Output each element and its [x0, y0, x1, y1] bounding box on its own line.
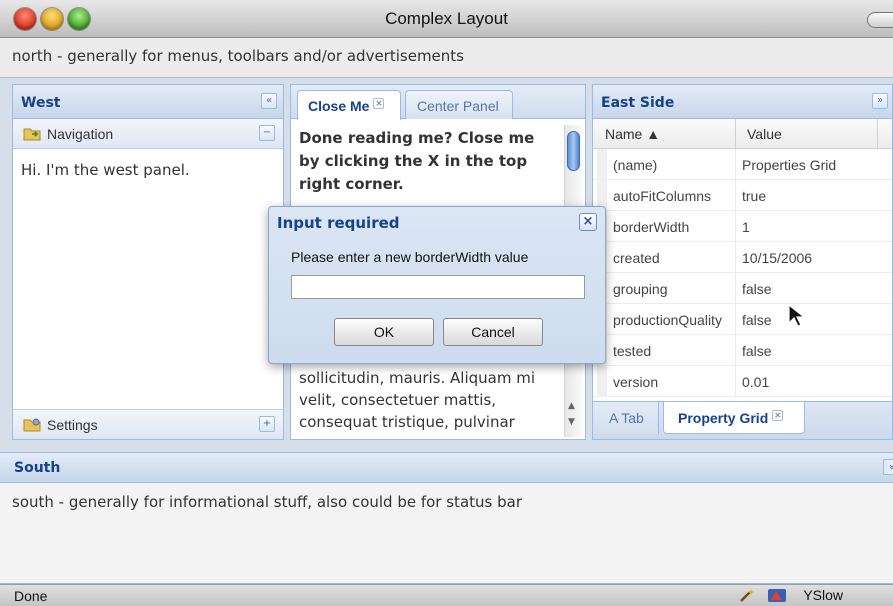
cell-divider: [735, 149, 736, 180]
window-titlebar: Complex Layout: [0, 0, 893, 38]
south-text: south - generally for informational stuf…: [12, 493, 522, 511]
property-value[interactable]: 10/15/2006: [742, 250, 812, 266]
mouse-cursor-icon: [788, 304, 806, 327]
window-title: Complex Layout: [385, 9, 508, 28]
property-name: tested: [613, 343, 652, 359]
property-value[interactable]: true: [742, 188, 766, 204]
cell-divider: [735, 366, 736, 397]
table-row[interactable]: grouping false: [593, 273, 892, 304]
cell-divider: [735, 180, 736, 211]
east-panel: East Side » Name ▲ Value (name) Propertie…: [592, 84, 893, 440]
collapse-right-icon[interactable]: »: [872, 93, 888, 109]
row-gutter: [597, 149, 607, 180]
property-name: borderWidth: [613, 219, 690, 235]
west-panel-text: Hi. I'm the west panel.: [21, 161, 190, 179]
collapse-left-icon[interactable]: «: [261, 93, 277, 109]
dialog-title: Input required: [277, 214, 400, 232]
property-value[interactable]: Properties Grid: [742, 157, 836, 173]
center-body-text: sollicitudin, mauris. Aliquam mi velit, …: [299, 369, 536, 431]
column-header-value[interactable]: Value: [747, 126, 782, 142]
north-text: north - generally for menus, toolbars an…: [12, 47, 464, 65]
tab-property-grid[interactable]: Property Grid ✕: [663, 402, 805, 434]
collapse-down-icon[interactable]: »: [883, 459, 893, 475]
west-panel: West « Navigation − Hi. I'm the west pan…: [12, 84, 284, 440]
table-row[interactable]: autoFitColumns true: [593, 180, 892, 211]
scroll-up-icon[interactable]: ▲: [568, 401, 575, 411]
wand-icon[interactable]: [739, 588, 755, 603]
navigation-label: Navigation: [47, 126, 114, 142]
tab-close-me-label: Close Me: [308, 98, 370, 114]
west-panel-title: West: [21, 95, 61, 111]
tab-a-tab[interactable]: A Tab: [593, 402, 659, 434]
east-panel-title: East Side: [601, 95, 675, 111]
tab-a-tab-label: A Tab: [609, 410, 644, 426]
table-row[interactable]: borderWidth 1: [593, 211, 892, 242]
borderwidth-input[interactable]: [291, 275, 585, 299]
property-value[interactable]: 1: [742, 219, 750, 235]
cell-divider: [735, 335, 736, 366]
row-gutter: [597, 366, 607, 397]
table-row[interactable]: tested false: [593, 335, 892, 366]
input-dialog: Input required × Please enter a new bord…: [268, 206, 606, 364]
property-grid-header: Name ▲ Value: [593, 119, 892, 149]
east-panel-header: East Side »: [593, 85, 892, 119]
property-value[interactable]: 0.01: [742, 374, 769, 390]
east-bottom-tabstrip: A Tab Property Grid ✕: [593, 401, 892, 439]
tab-center-panel[interactable]: Center Panel: [405, 90, 513, 119]
center-bold-text: Done reading me? Close me by clicking th…: [299, 129, 535, 193]
center-tabstrip: Close Me ✕ Center Panel: [291, 85, 585, 120]
close-icon[interactable]: ×: [579, 213, 597, 231]
expand-plus-icon[interactable]: +: [259, 416, 275, 432]
settings-label: Settings: [47, 417, 98, 433]
table-row[interactable]: created 10/15/2006: [593, 242, 892, 273]
property-value[interactable]: false: [742, 281, 772, 297]
property-value[interactable]: false: [742, 343, 772, 359]
west-panel-header: West «: [13, 85, 283, 119]
tab-close-icon[interactable]: ✕: [373, 98, 385, 109]
ok-button[interactable]: OK: [334, 318, 434, 346]
cell-divider: [735, 304, 736, 335]
tab-close-icon[interactable]: ✕: [772, 410, 784, 421]
property-name: version: [613, 374, 659, 390]
table-row[interactable]: productionQuality false: [593, 304, 892, 335]
tab-property-grid-label: Property Grid: [678, 410, 769, 426]
north-region: north - generally for menus, toolbars an…: [0, 38, 893, 78]
property-value[interactable]: false: [742, 312, 772, 328]
yslow-icon[interactable]: [767, 588, 787, 603]
south-panel-header: South »: [0, 453, 893, 483]
cell-divider: [735, 211, 736, 242]
scroll-down-icon[interactable]: ▼: [568, 417, 575, 427]
status-bar: Done YSlow: [0, 584, 893, 606]
property-name: productionQuality: [613, 312, 722, 328]
property-name: autoFitColumns: [613, 188, 712, 204]
folder-arrow-icon: [23, 128, 41, 141]
cancel-button[interactable]: Cancel: [443, 318, 543, 346]
status-text: Done: [14, 588, 48, 604]
tab-center-panel-label: Center Panel: [417, 98, 499, 114]
property-name: created: [613, 250, 660, 266]
accordion-navigation-header[interactable]: Navigation −: [13, 119, 283, 149]
tab-close-me[interactable]: Close Me ✕: [297, 90, 401, 120]
column-header-name[interactable]: Name ▲: [605, 126, 660, 142]
dialog-message: Please enter a new borderWidth value: [291, 249, 529, 265]
collapse-minus-icon[interactable]: −: [259, 125, 275, 141]
south-panel-title: South: [14, 460, 61, 476]
folder-gear-icon: [23, 418, 41, 432]
south-panel: South » south - generally for informatio…: [0, 452, 893, 584]
yslow-label[interactable]: YSlow: [803, 587, 843, 603]
accordion-settings-header[interactable]: Settings +: [13, 409, 283, 439]
property-name: (name): [613, 157, 658, 173]
cell-divider: [735, 273, 736, 304]
toolbar-toggle-button[interactable]: [867, 12, 893, 28]
scrollbar-thumb[interactable]: [567, 131, 580, 171]
column-divider[interactable]: [735, 119, 736, 149]
cell-divider: [735, 242, 736, 273]
property-name: grouping: [613, 281, 668, 297]
table-row[interactable]: version 0.01: [593, 366, 892, 397]
table-row[interactable]: (name) Properties Grid: [593, 149, 892, 180]
column-divider[interactable]: [877, 119, 878, 149]
